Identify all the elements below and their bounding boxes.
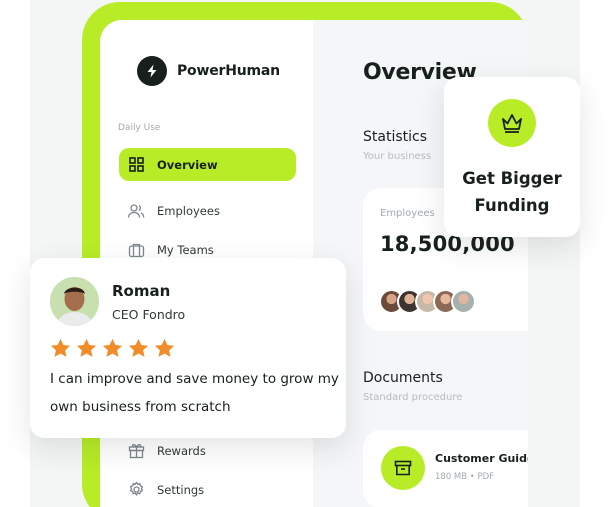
briefcase-icon: [127, 241, 145, 259]
funding-card[interactable]: Get Bigger Funding: [444, 77, 580, 237]
lightning-bolt-icon: [137, 56, 167, 86]
review-card: Roman CEO Fondro I can improve and save …: [30, 258, 346, 438]
sidebar-item-label: My Teams: [157, 242, 214, 257]
star-icon: [76, 338, 97, 357]
sidebar-item-employees[interactable]: Employees: [119, 194, 296, 227]
document-card[interactable]: Customer Guide 180 MB • PDF: [363, 430, 528, 507]
statistics-title: Statistics: [363, 129, 427, 145]
star-icon: [102, 338, 123, 357]
sidebar-item-label: Rewards: [157, 443, 206, 458]
funding-line-1: Get Bigger: [462, 169, 562, 188]
employees-label: Employees: [380, 208, 435, 219]
crown-icon: [488, 99, 536, 147]
star-icon: [128, 338, 149, 357]
review-quote: I can improve and save money to grow my …: [50, 371, 339, 415]
sidebar-item-label: Settings: [157, 482, 205, 497]
sidebar-item-label: Employees: [157, 203, 220, 218]
archive-box-icon: [381, 446, 425, 490]
funding-text: Get Bigger Funding: [444, 165, 580, 219]
gift-icon: [127, 442, 145, 460]
documents-subtitle: Standard procedure: [363, 392, 463, 403]
star-icon: [50, 338, 71, 357]
avatar: [451, 289, 476, 314]
landing-hero: PowerHuman Daily Use Overview Employees: [0, 0, 610, 507]
users-icon: [127, 202, 145, 220]
star-icon: [154, 338, 175, 357]
sidebar-item-overview[interactable]: Overview: [119, 148, 296, 181]
funding-line-2: Funding: [474, 196, 550, 215]
sidebar-item-rewards[interactable]: Rewards: [119, 434, 296, 467]
sidebar-item-label: Overview: [157, 157, 218, 172]
reviewer-role: CEO Fondro: [112, 307, 186, 322]
statistics-subtitle: Your business: [363, 151, 432, 162]
gear-icon: [127, 481, 145, 499]
sidebar-item-settings[interactable]: Settings: [119, 473, 296, 506]
brand-name: PowerHuman: [177, 63, 280, 79]
nav-section-label: Daily Use: [118, 123, 161, 133]
avatar-group[interactable]: [379, 289, 476, 314]
avatar: [50, 277, 99, 326]
document-name: Customer Guide: [435, 452, 528, 465]
document-meta: 180 MB • PDF: [435, 472, 495, 482]
documents-title: Documents: [363, 370, 443, 386]
grid-icon: [127, 156, 145, 174]
rating-stars: [50, 338, 175, 358]
reviewer-name: Roman: [112, 282, 171, 300]
brand[interactable]: PowerHuman: [137, 56, 280, 86]
